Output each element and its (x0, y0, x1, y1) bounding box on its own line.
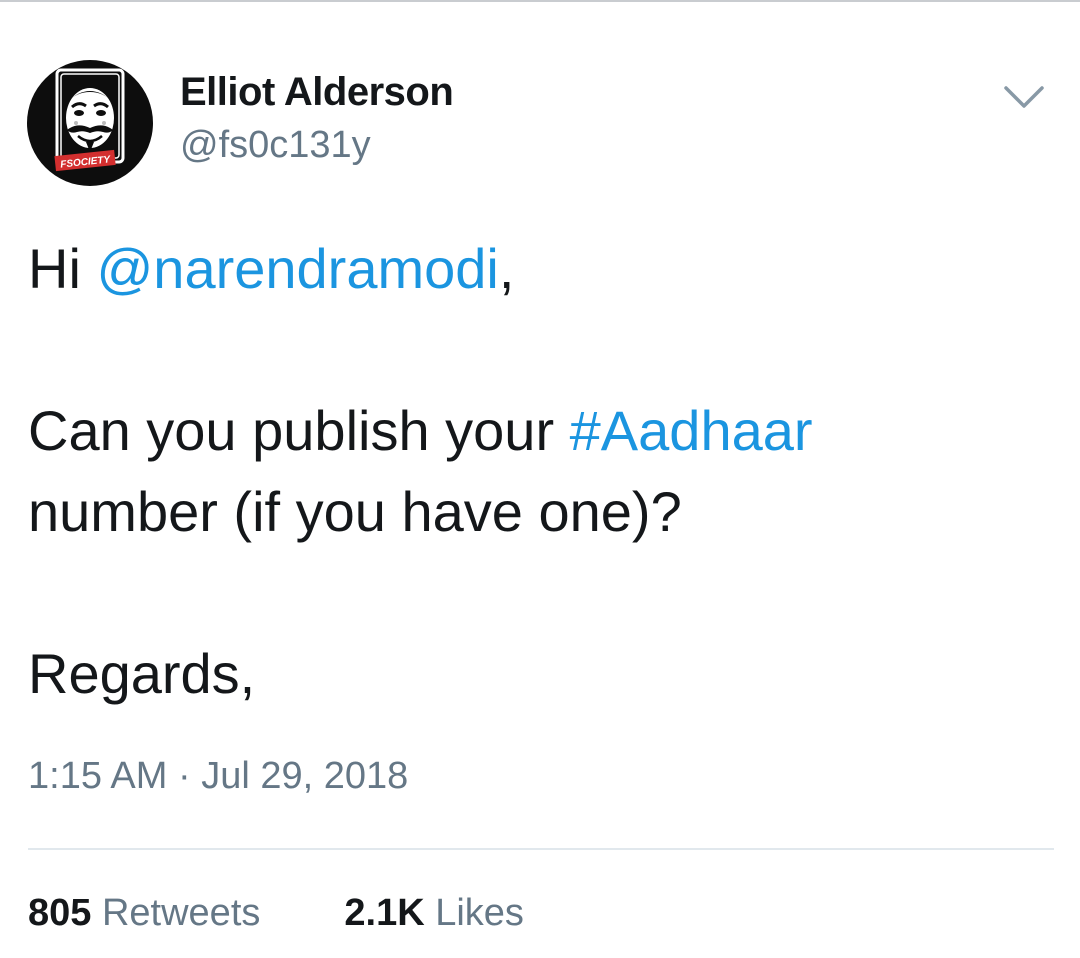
question-text: Can you publish your (28, 399, 570, 462)
author-handle[interactable]: @fs0c131y (180, 124, 371, 167)
top-divider (0, 0, 1080, 8)
likes-stat[interactable]: 2.1K Likes (344, 892, 524, 935)
avatar[interactable]: FSOCIETY (27, 60, 153, 186)
retweets-stat[interactable]: 805 Retweets (28, 892, 260, 935)
greeting-comma: , (498, 237, 515, 300)
tweet-line-greeting: Hi @narendramodi, (28, 228, 1058, 309)
author-display-name[interactable]: Elliot Alderson (180, 70, 454, 115)
retweets-count: 805 (28, 892, 92, 934)
tweet-line-question-cont: number (if you have one)? (28, 480, 682, 543)
greeting-text: Hi (28, 237, 97, 300)
fsociety-mask-logo: FSOCIETY (54, 68, 125, 172)
retweets-label: Retweets (101, 892, 261, 934)
tweet-line-question: Can you publish your #Aadhaar (28, 390, 1058, 471)
tweet-timestamp[interactable]: 1:15 AM · Jul 29, 2018 (28, 755, 408, 798)
hashtag-link[interactable]: #Aadhaar (570, 399, 813, 462)
likes-count: 2.1K (344, 892, 425, 934)
tweet-options-button[interactable] (1000, 78, 1048, 114)
tweet-line-signoff: Regards, (28, 642, 256, 705)
mention-link[interactable]: @narendramodi (96, 237, 498, 300)
tweet-text: Hi @narendramodi, Can you publish your #… (28, 228, 1058, 714)
likes-label: Likes (435, 892, 524, 934)
stats-divider (28, 848, 1054, 850)
tweet-stats: 805 Retweets 2.1K Likes (28, 892, 524, 935)
chevron-down-icon (1004, 86, 1044, 108)
